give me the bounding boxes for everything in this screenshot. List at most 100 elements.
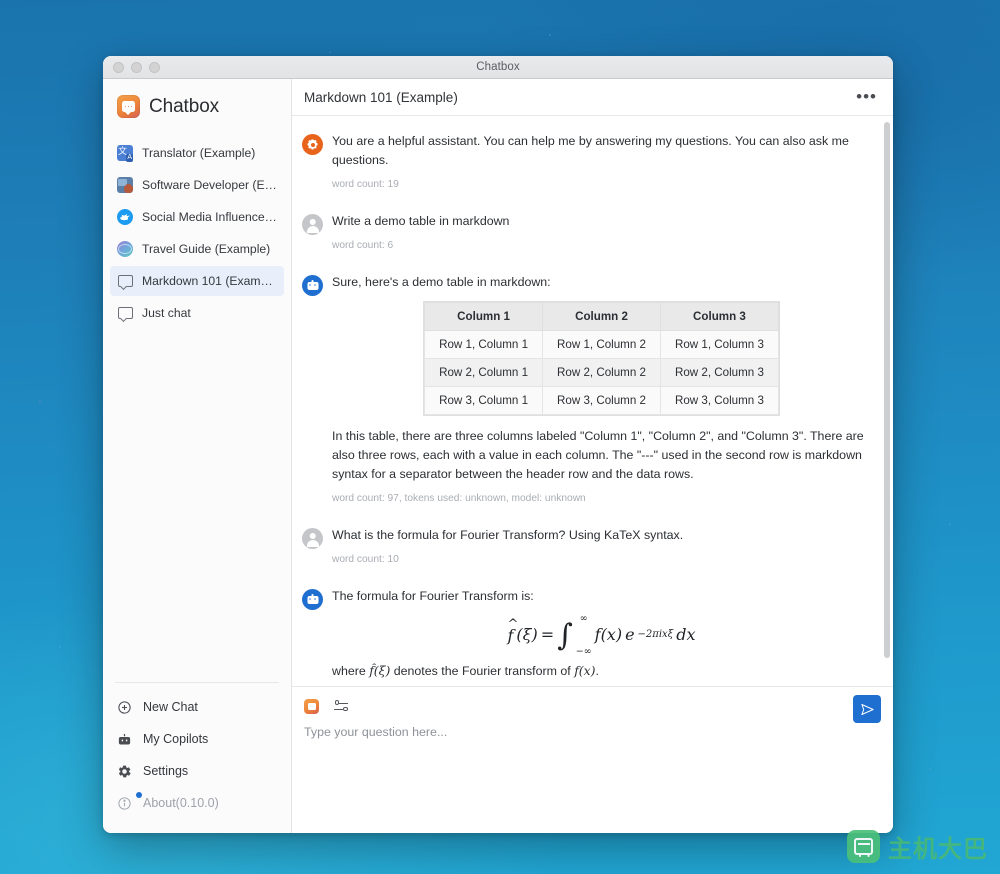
settings-button[interactable]: Settings <box>103 755 291 787</box>
chatbox-window: Chatbox Chatbox Translator (Example) <box>103 56 893 833</box>
message-meta: word count: 19 <box>332 178 399 190</box>
message-text: The formula for Fourier Transform is: <box>332 588 534 603</box>
sidebar-bottom-padding <box>103 819 291 833</box>
closing-pre: where <box>332 663 370 678</box>
message-scrollbar[interactable] <box>884 122 890 658</box>
formula-differential: dx <box>676 625 696 645</box>
message-user: What is the formula for Fourier Transfor… <box>302 518 871 579</box>
session-label: Translator (Example) <box>142 146 256 160</box>
watermark: 主机大巴 <box>847 829 988 864</box>
send-button[interactable] <box>853 695 881 723</box>
sliders-icon[interactable] <box>333 698 349 714</box>
table-cell: Row 1, Column 1 <box>424 330 544 360</box>
assistant-robot-avatar <box>302 274 323 296</box>
sidebar-item-software-developer[interactable]: Software Developer (Exam… <box>110 170 284 200</box>
page-title: Markdown 101 (Example) <box>304 89 458 105</box>
chat-icon <box>117 273 133 289</box>
twitter-icon <box>117 209 133 225</box>
composer-toolbar <box>304 695 881 717</box>
sidebar-item-just-chat[interactable]: Just chat <box>110 298 284 328</box>
table-cell: Row 2, Column 2 <box>542 358 661 388</box>
formula-exp-base: e <box>625 625 635 645</box>
table-cell: Row 1, Column 2 <box>542 330 661 360</box>
nav-label: Settings <box>143 764 189 778</box>
table-row: Row 1, Column 1 Row 1, Column 2 Row 1, C… <box>424 330 779 360</box>
window-title: Chatbox <box>476 61 520 73</box>
system-gear-avatar <box>302 134 323 155</box>
formula-upper-limit: ∞ <box>579 612 588 624</box>
table-row: Row 3, Column 1 Row 3, Column 2 Row 3, C… <box>424 386 779 416</box>
window-titlebar: Chatbox <box>103 56 893 79</box>
update-badge-dot <box>136 792 142 798</box>
formula-closing-line: where f̂(ξ) denotes the Fourier transfor… <box>332 662 868 681</box>
translate-icon <box>117 144 133 162</box>
formula-equals: = <box>540 625 555 645</box>
chatbox-logo-icon[interactable] <box>304 698 319 714</box>
katex-formula: f(ξ) = ∫ ∞ −∞ f(x) e−2πixξ dx <box>332 613 871 657</box>
message-text: Sure, here's a demo table in markdown: <box>332 274 551 289</box>
session-label: Social Media Influencer (E… <box>142 210 277 224</box>
gear-icon <box>117 764 132 779</box>
message-meta: word count: 10 <box>332 553 399 565</box>
desktop-background: Chatbox Chatbox Translator (Example) <box>0 0 1000 874</box>
sidebar-item-translator[interactable]: Translator (Example) <box>110 138 284 168</box>
sidebar-item-travel-guide[interactable]: Travel Guide (Example) <box>110 234 284 264</box>
chat-icon <box>117 305 133 321</box>
session-label: Markdown 101 (Example) <box>142 274 277 288</box>
closing-math-lhs: f̂(ξ) <box>369 662 391 678</box>
table-cell: Row 3, Column 1 <box>424 386 544 416</box>
bus-icon <box>847 830 880 863</box>
table-cell: Row 3, Column 2 <box>542 386 661 416</box>
message-system: You are a helpful assistant. You can hel… <box>302 124 871 204</box>
developer-icon <box>117 177 133 193</box>
table-row: Row 2, Column 1 Row 2, Column 2 Row 2, C… <box>424 358 779 388</box>
more-options-button[interactable]: ••• <box>854 88 879 106</box>
message-text: Write a demo table in markdown <box>332 213 510 228</box>
session-label: Travel Guide (Example) <box>142 242 271 256</box>
globe-icon <box>117 241 133 257</box>
formula-integral-sign: ∫ <box>557 617 573 653</box>
message-text: What is the formula for Fourier Transfor… <box>332 527 684 542</box>
message-meta: word count: 6 <box>332 239 394 251</box>
assistant-robot-avatar <box>302 588 323 610</box>
message-assistant: Sure, here's a demo table in markdown: C… <box>302 265 871 518</box>
robot-icon <box>117 732 132 747</box>
message-assistant: The formula for Fourier Transform is: f(… <box>302 579 871 686</box>
table-cell: Row 3, Column 3 <box>659 386 779 416</box>
table-cell: Row 1, Column 3 <box>659 330 779 360</box>
formula-lower-limit: −∞ <box>575 645 592 657</box>
table-header-cell: Column 2 <box>542 302 661 332</box>
composer: Type your question here... <box>292 686 893 833</box>
user-avatar <box>302 527 323 549</box>
main-panel: Markdown 101 (Example) ••• You are a hel… <box>292 79 893 833</box>
conversation-header: Markdown 101 (Example) ••• <box>292 79 893 116</box>
message-meta: word count: 97, tokens used: unknown, mo… <box>332 492 586 504</box>
formula-lhs-fn: f <box>508 617 519 645</box>
about-button[interactable]: About(0.10.0) <box>103 787 291 819</box>
chatbox-logo-icon <box>117 95 140 118</box>
message-input[interactable]: Type your question here... <box>304 725 881 795</box>
markdown-table: Column 1 Column 2 Column 3 Row 1, Column… <box>424 302 779 416</box>
app-name: Chatbox <box>149 95 220 117</box>
sidebar-item-social-media-influencer[interactable]: Social Media Influencer (E… <box>110 202 284 232</box>
table-header-cell: Column 1 <box>424 302 544 332</box>
message-explanation: In this table, there are three columns l… <box>332 429 864 482</box>
formula-lhs-arg: (ξ) <box>516 625 538 645</box>
info-circle-icon <box>117 796 132 811</box>
send-icon <box>860 703 874 715</box>
session-label: Just chat <box>142 306 191 320</box>
message-list[interactable]: You are a helpful assistant. You can hel… <box>292 116 893 686</box>
my-copilots-button[interactable]: My Copilots <box>103 723 291 755</box>
nav-label: About(0.10.0) <box>143 796 219 810</box>
sidebar-item-markdown-101[interactable]: Markdown 101 (Example) <box>110 266 284 296</box>
app-brand: Chatbox <box>103 79 291 134</box>
plus-circle-icon <box>117 700 132 715</box>
user-avatar <box>302 213 323 235</box>
table-cell: Row 2, Column 1 <box>424 358 544 388</box>
nav-label: My Copilots <box>143 732 209 746</box>
table-header-row: Column 1 Column 2 Column 3 <box>424 302 779 332</box>
watermark-text: 主机大巴 <box>888 835 988 863</box>
formula-integrand: f(x) <box>594 625 623 645</box>
new-chat-button[interactable]: New Chat <box>103 691 291 723</box>
